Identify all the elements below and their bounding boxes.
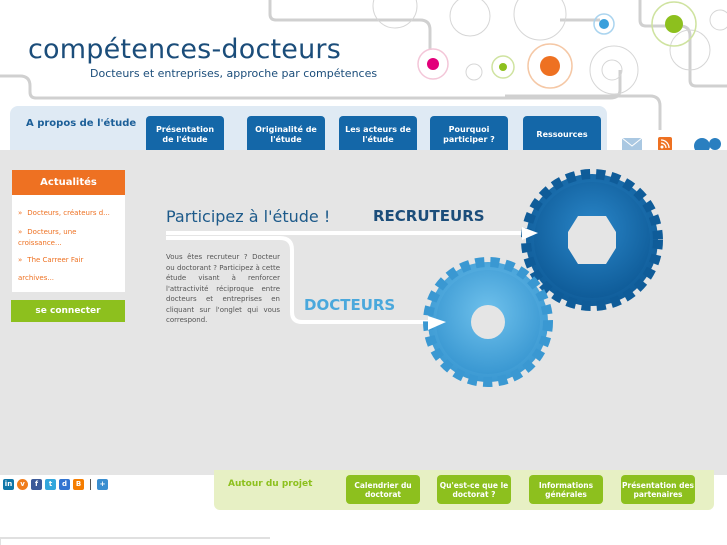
divider <box>90 479 91 490</box>
footer-general-info-button[interactable]: Informations générales <box>529 475 603 504</box>
gears-illustration <box>166 169 663 387</box>
social-bar: in v f t d B + <box>3 479 108 490</box>
footer-partners-button[interactable]: Présentation des partenaires <box>621 475 695 504</box>
linkedin-icon[interactable]: in <box>3 479 14 490</box>
twitter-icon[interactable]: t <box>45 479 56 490</box>
share-icon[interactable]: + <box>97 479 108 490</box>
delicious-icon[interactable]: d <box>59 479 70 490</box>
footer-about-label: Autour du projet <box>228 479 313 489</box>
viadeo-icon[interactable]: v <box>17 479 28 490</box>
doctors-link[interactable]: DOCTEURS <box>304 296 395 314</box>
facebook-icon[interactable]: f <box>31 479 42 490</box>
page: compétences-docteurs Docteurs et entrepr… <box>0 0 727 545</box>
recruiters-gear[interactable] <box>521 169 663 311</box>
footer-calendar-button[interactable]: Calendrier du doctorat <box>346 475 420 504</box>
page-title: Participez à l'étude ! <box>166 207 331 226</box>
blogger-icon[interactable]: B <box>73 479 84 490</box>
intro-text: Vous êtes recruteur ? Docteur ou doctora… <box>166 253 280 324</box>
recruiters-link[interactable]: RECRUTEURS <box>373 207 485 225</box>
footer-what-is-doctorate-button[interactable]: Qu'est-ce que le doctorat ? <box>437 475 511 504</box>
